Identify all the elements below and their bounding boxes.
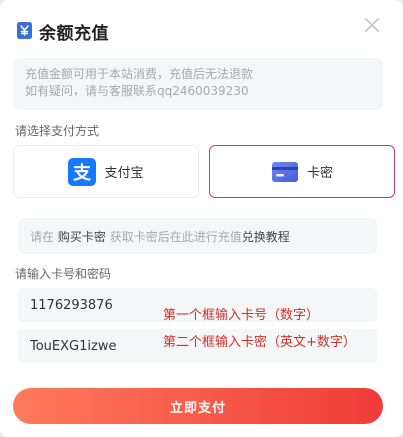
info-middle: 获取卡密后在此进行充值 [109, 229, 242, 244]
tutorial-link[interactable]: 兑换教程 [242, 228, 290, 245]
dialog-title: 余额充值 [39, 23, 109, 44]
buy-card-link[interactable]: 购买卡密 [58, 228, 106, 245]
payment-option-card[interactable]: 卡密 [209, 145, 395, 198]
pay-now-button[interactable]: 立即支付 [13, 388, 383, 424]
notice-line-refund: 充值金额可用于本站消费，充值后无法退款 [25, 67, 254, 81]
payment-option-label: 支付宝 [104, 166, 144, 181]
card-credentials-label: 请输入卡号和密码 [15, 267, 112, 281]
card-icon [271, 158, 299, 186]
wallet-icon [16, 21, 33, 41]
notice-line-contact: 如有疑问，请与客服联系qq2460039230 [25, 84, 249, 98]
alipay-icon: 支 [68, 157, 97, 186]
close-icon[interactable] [361, 14, 383, 36]
payment-option-alipay[interactable]: 支 支付宝 [13, 145, 199, 198]
purchase-info: 请在 购买卡密 获取卡密后在此进行充值 兑换教程 [18, 218, 377, 254]
payment-option-label: 卡密 [306, 166, 333, 181]
info-prefix: 请在 [30, 229, 55, 244]
dialog-header: 余额充值 [16, 18, 109, 44]
recharge-notice: 充值金额可用于本站消费，充值后无法退款 如有疑问，请与客服联系qq2460039… [13, 58, 383, 110]
svg-text:支: 支 [72, 162, 92, 184]
recharge-dialog: 余额充值 充值金额可用于本站消费，充值后无法退款 如有疑问，请与客服联系qq24… [0, 0, 403, 437]
card-password-input[interactable] [18, 329, 377, 363]
card-number-input[interactable] [18, 288, 377, 322]
payment-method-label: 请选择支付方式 [15, 124, 100, 138]
